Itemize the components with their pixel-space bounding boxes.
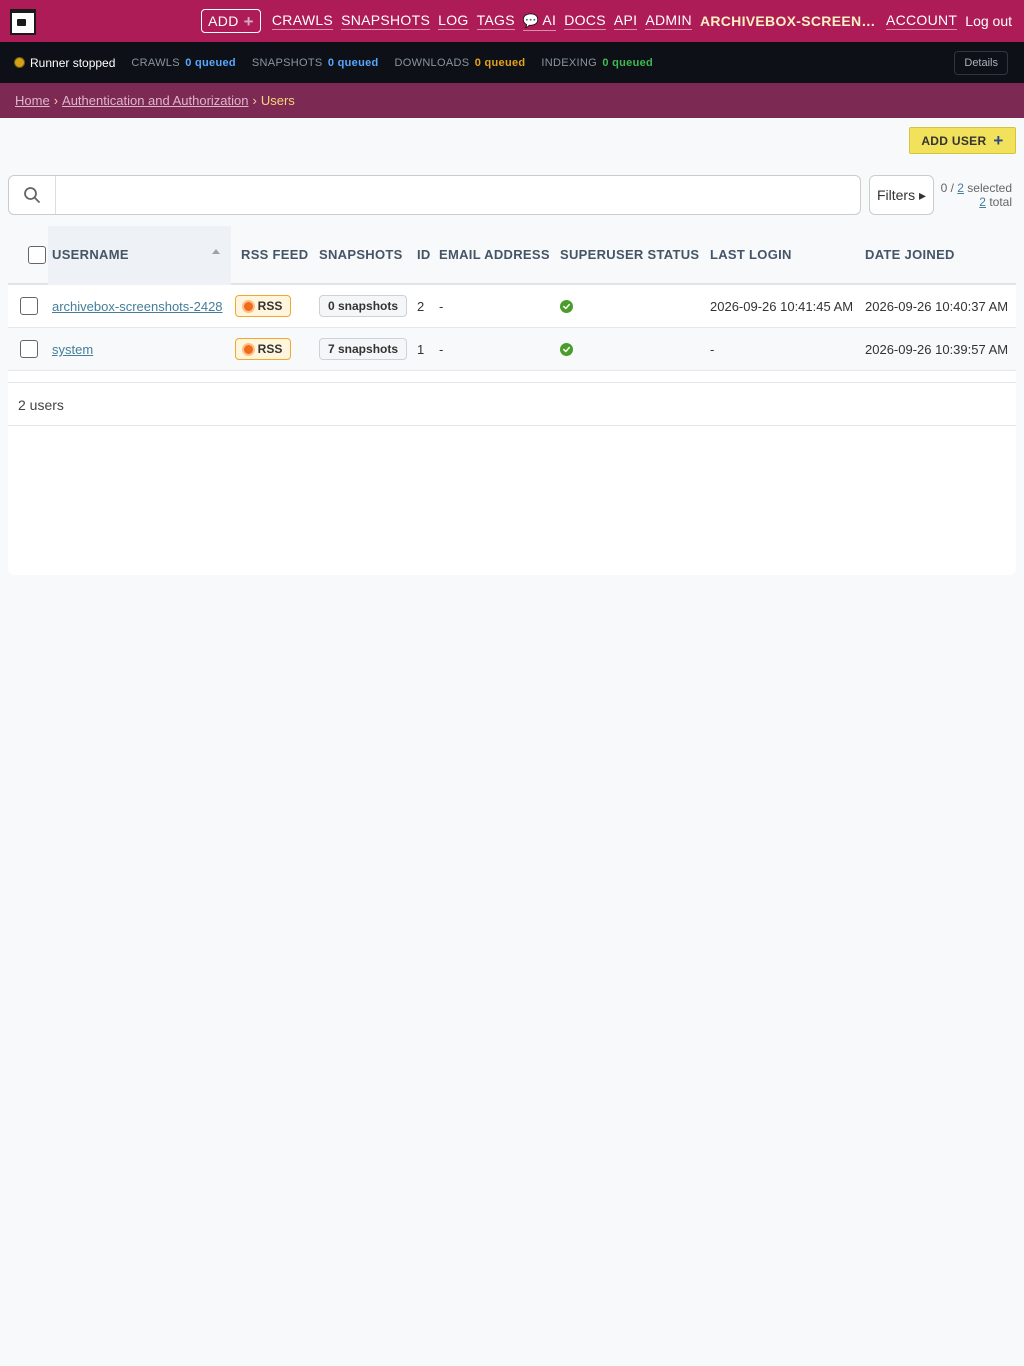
email-cell: - <box>439 342 444 357</box>
snapshots-queue-label: SNAPSHOTS <box>251 56 323 69</box>
column-header-superuser-status[interactable]: SUPERUSER STATUS <box>560 247 699 262</box>
downloads-queue-value: 0 queued <box>474 56 526 69</box>
last-login-cell: - <box>710 342 715 357</box>
logout-link[interactable]: Log out <box>965 13 1012 30</box>
breadcrumb-separator: › <box>252 93 257 108</box>
nav-link-account[interactable]: ACCOUNT <box>885 12 958 30</box>
breadcrumb: Home › Authentication and Authorization … <box>0 83 1024 118</box>
crawls-queue-label: CRAWLS <box>131 56 180 69</box>
downloads-queue-stat: DOWNLOADS 0 queued <box>395 57 526 69</box>
id-cell: 1 <box>417 342 425 357</box>
nav-link-api[interactable]: API <box>613 12 638 30</box>
total-count-link[interactable]: 2 <box>979 195 986 209</box>
breadcrumb-separator: › <box>53 93 59 108</box>
last-login-cell: 2026-09-26 10:41:45 AM <box>710 299 854 314</box>
footer-divider <box>8 425 1016 426</box>
runner-status-dot-icon <box>15 58 24 67</box>
archivebox-logo-icon[interactable] <box>10 9 36 35</box>
table-header: USERNAME RSS FEED SNAPSHOTS ID EMAIL ADD… <box>8 226 1016 285</box>
select-all-link[interactable]: 2 <box>957 181 964 195</box>
details-button[interactable]: Details <box>954 51 1008 75</box>
nav-add-label: ADD <box>208 13 239 29</box>
downloads-queue-label: DOWNLOADS <box>394 56 470 69</box>
add-user-button[interactable]: ADD USER + <box>909 127 1016 154</box>
rss-feed-button[interactable]: RSS <box>235 295 291 317</box>
plus-icon: + <box>993 131 1004 150</box>
superuser-check-icon <box>560 343 573 356</box>
breadcrumb-home[interactable]: Home <box>15 93 50 108</box>
nav-link-ai[interactable]: 💬 AI <box>522 11 557 31</box>
sort-ascending-icon[interactable] <box>212 249 220 254</box>
rss-feed-button[interactable]: RSS <box>235 338 291 360</box>
table-row: archivebox-screenshots-2428 RSS 0 snapsh… <box>8 285 1016 328</box>
crawls-queue-value: 0 queued <box>185 56 236 69</box>
table-divider <box>8 382 1016 383</box>
column-header-last-login[interactable]: LAST LOGIN <box>710 247 792 262</box>
users-table-panel: USERNAME RSS FEED SNAPSHOTS ID EMAIL ADD… <box>8 226 1016 575</box>
column-header-rss-feed[interactable]: RSS FEED <box>241 247 308 262</box>
select-all-checkbox[interactable] <box>28 246 46 264</box>
runner-status-text: Runner stopped <box>30 55 116 70</box>
snapshots-queue-value: 0 queued <box>327 56 379 69</box>
superuser-check-icon <box>560 300 573 313</box>
snapshots-queue-stat: SNAPSHOTS 0 queued <box>252 57 379 69</box>
chat-bubble-icon: 💬 <box>522 12 540 28</box>
snapshots-count-button[interactable]: 0 snapshots <box>319 295 408 317</box>
column-header-id[interactable]: ID <box>417 247 431 262</box>
indexing-queue-value: 0 queued <box>602 56 654 69</box>
rss-icon <box>243 301 253 311</box>
plus-icon: + <box>243 11 254 31</box>
column-header-username[interactable]: USERNAME <box>52 247 129 262</box>
nav-link-tags[interactable]: TAGS <box>476 12 515 30</box>
username-cell: archivebox-screenshots-2428 <box>52 299 223 314</box>
rss-label: RSS <box>257 299 283 313</box>
rss-label: RSS <box>257 342 283 356</box>
rss-icon <box>243 344 253 354</box>
nav-add-button[interactable]: ADD + <box>201 9 261 33</box>
nav-current-user[interactable]: ARCHIVEBOX-SCREENSHOTS-2428 <box>700 13 878 30</box>
breadcrumb-auth[interactable]: Authentication and Authorization <box>62 93 248 108</box>
indexing-queue-stat: INDEXING 0 queued <box>541 57 653 69</box>
nav-link-crawls[interactable]: CRAWLS <box>271 12 334 30</box>
username-link[interactable]: system <box>52 342 93 357</box>
nav-link-log[interactable]: LOG <box>438 12 469 30</box>
row-checkbox[interactable] <box>20 340 38 358</box>
username-link[interactable]: archivebox-screenshots-2428 <box>52 299 223 314</box>
crawls-queue-stat: CRAWLS 0 queued <box>131 57 236 69</box>
nav-link-admin[interactable]: ADMIN <box>645 12 692 30</box>
nav-link-docs[interactable]: DOCS <box>564 12 606 30</box>
total-suffix: total <box>985 195 1012 209</box>
runner-status-bar: Runner stopped CRAWLS 0 queued SNAPSHOTS… <box>0 42 1024 83</box>
date-joined-cell: 2026-09-26 10:39:57 AM <box>865 342 1009 357</box>
snapshots-count-button[interactable]: 7 snapshots <box>319 338 408 360</box>
breadcrumb-current: Users <box>260 93 295 108</box>
top-navbar: ADD + CRAWLS SNAPSHOTS LOG TAGS 💬 AI DOCS… <box>0 0 1024 42</box>
row-checkbox[interactable] <box>20 297 38 315</box>
result-count: 2 users <box>18 397 64 413</box>
nav-links: ADD + CRAWLS SNAPSHOTS LOG TAGS 💬 AI DOCS… <box>201 0 1016 42</box>
date-joined-cell: 2026-09-26 10:40:37 AM <box>865 299 1009 314</box>
email-cell: - <box>439 299 444 314</box>
table-row: system RSS 7 snapshots 1 - - 2026-09-26 … <box>8 328 1016 371</box>
nav-link-snapshots[interactable]: SNAPSHOTS <box>341 12 431 30</box>
selected-suffix: selected <box>963 181 1012 195</box>
username-cell: system <box>52 342 93 357</box>
selection-counter: 0 / 2 selected 2 total <box>941 181 1012 209</box>
column-header-snapshots[interactable]: SNAPSHOTS <box>319 247 403 262</box>
id-cell: 2 <box>417 299 425 314</box>
search-input[interactable] <box>57 177 857 213</box>
search-bar <box>8 175 861 215</box>
filters-button[interactable]: Filters ▸ <box>869 175 934 215</box>
selected-prefix: 0 / <box>940 181 958 195</box>
column-header-date-joined[interactable]: DATE JOINED <box>865 247 955 262</box>
add-user-label: ADD USER <box>921 133 987 148</box>
indexing-queue-label: INDEXING <box>541 56 597 69</box>
search-icon[interactable] <box>9 176 56 214</box>
column-header-email[interactable]: EMAIL ADDRESS <box>439 247 550 262</box>
nav-ai-label: AI <box>542 11 557 28</box>
